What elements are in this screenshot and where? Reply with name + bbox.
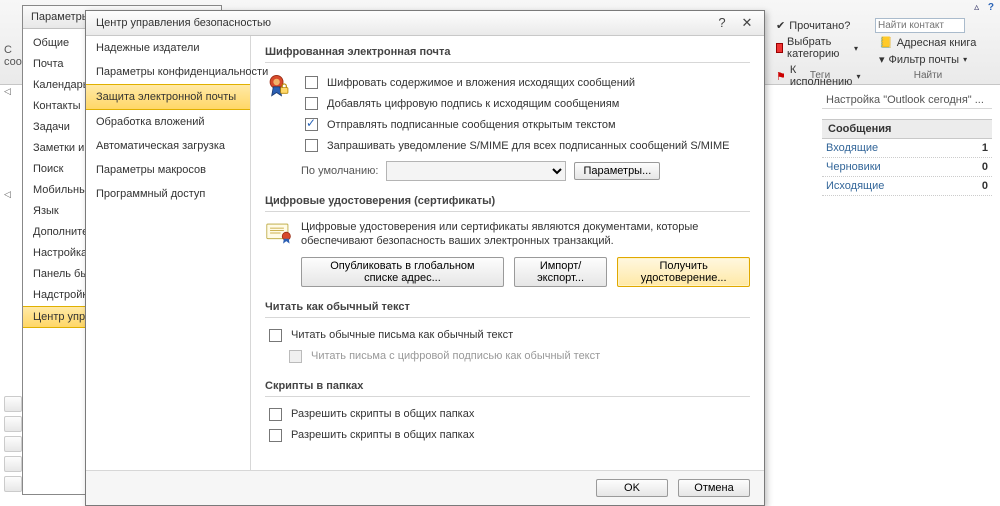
group-header: Шифрованная электронная почта bbox=[265, 46, 750, 63]
dialog-title: Центр управления безопасностью bbox=[96, 17, 271, 29]
security-nav-item[interactable]: Параметры конфиденциальности bbox=[86, 60, 250, 84]
security-nav-item[interactable]: Надежные издатели bbox=[86, 36, 250, 60]
dialog-footer: OK Отмена bbox=[86, 470, 764, 505]
group-read-plaintext: Читать как обычный текст Читать обычные … bbox=[265, 301, 750, 366]
certificate-icon bbox=[266, 222, 292, 244]
chk-send-plaintext[interactable]: Отправлять подписанные сообщения открыты… bbox=[301, 115, 750, 134]
cert-description: Цифровые удостоверения или сертификаты я… bbox=[301, 220, 750, 249]
ribbon-group-tags: Теги bbox=[790, 70, 850, 81]
collapse-arrow-icon[interactable]: ◁ bbox=[4, 86, 11, 97]
default-setting-select[interactable] bbox=[386, 161, 566, 181]
chk-read-signed-plain: Читать письма с цифровой подписью как об… bbox=[285, 347, 750, 366]
dialog-titlebar: Центр управления безопасностью ? ✕ bbox=[86, 11, 764, 36]
today-row[interactable]: Входящие1 bbox=[822, 139, 992, 158]
security-content: Шифрованная электронная почта Шифровать … bbox=[251, 36, 764, 470]
group-certificates: Цифровые удостоверения (сертификаты) bbox=[265, 195, 750, 287]
publish-gal-button[interactable]: Опубликовать в глобальном списке адрес..… bbox=[301, 257, 504, 287]
security-nav-item[interactable]: Параметры макросов bbox=[86, 158, 250, 182]
outlook-today-panel: Настройка "Outlook сегодня" ... Сообщени… bbox=[822, 92, 992, 196]
help-icon[interactable]: ? bbox=[988, 2, 994, 13]
security-nav: Надежные издателиПараметры конфиденциаль… bbox=[86, 36, 251, 470]
mail-nav-icon[interactable] bbox=[4, 396, 22, 412]
ok-button[interactable]: OK bbox=[596, 479, 668, 497]
security-nav-item[interactable]: Обработка вложений bbox=[86, 110, 250, 134]
ribbon-addressbook-button[interactable]: 📒Адресная книга bbox=[875, 35, 995, 50]
group-folder-scripts: Скрипты в папках Разрешить скрипты в общ… bbox=[265, 380, 750, 445]
collapse-arrow-icon[interactable]: ◁ bbox=[4, 189, 11, 200]
security-center-dialog: Центр управления безопасностью ? ✕ Надеж… bbox=[85, 10, 765, 506]
today-row[interactable]: Черновики0 bbox=[822, 158, 992, 177]
group-header: Читать как обычный текст bbox=[265, 301, 750, 318]
group-header: Скрипты в папках bbox=[265, 380, 750, 397]
chk-smime-receipt[interactable]: Запрашивать уведомление S/MIME для всех … bbox=[301, 136, 750, 155]
security-nav-item[interactable]: Автоматическая загрузка bbox=[86, 134, 250, 158]
outlook-today-title[interactable]: Настройка "Outlook сегодня" ... bbox=[822, 92, 992, 109]
chk-sign[interactable]: Добавлять цифровую подпись к исходящим с… bbox=[301, 94, 750, 113]
chk-read-plain[interactable]: Читать обычные письма как обычный текст bbox=[265, 326, 750, 345]
help-button[interactable]: ? bbox=[711, 15, 733, 30]
security-nav-item[interactable]: Программный доступ bbox=[86, 182, 250, 206]
more-nav-icon[interactable] bbox=[4, 476, 22, 492]
ribbon-min-icon[interactable]: ▵ bbox=[974, 2, 979, 13]
get-certificate-button[interactable]: Получить удостоверение... bbox=[617, 257, 750, 287]
cancel-button[interactable]: Отмена bbox=[678, 479, 750, 497]
params-button[interactable]: Параметры... bbox=[574, 162, 660, 180]
tasks-nav-icon[interactable] bbox=[4, 456, 22, 472]
group-header: Цифровые удостоверения (сертификаты) bbox=[265, 195, 750, 212]
chk-allow-scripts-2[interactable]: Разрешить скрипты в общих папках bbox=[265, 426, 750, 445]
ribbon-filter-button[interactable]: ▾Фильтр почты▾ bbox=[875, 52, 995, 67]
import-export-button[interactable]: Импорт/экспорт... bbox=[514, 257, 607, 287]
chk-allow-scripts-1[interactable]: Разрешить скрипты в общих папках bbox=[265, 405, 750, 424]
contacts-nav-icon[interactable] bbox=[4, 436, 22, 452]
default-label: По умолчанию: bbox=[301, 165, 378, 177]
left-fragment: С соо bbox=[4, 44, 22, 68]
today-section-header: Сообщения bbox=[822, 119, 992, 139]
find-contact-input[interactable] bbox=[875, 18, 965, 33]
ribbon-group-find: Найти bbox=[903, 70, 953, 81]
navpane-buttons bbox=[4, 396, 22, 492]
ribbon-read-button[interactable]: ✔Прочитано? bbox=[772, 18, 862, 33]
ribbon-badge-icon bbox=[266, 73, 292, 99]
ribbon-category-button[interactable]: Выбрать категорию▾ bbox=[772, 35, 862, 61]
security-nav-item[interactable]: Защита электронной почты bbox=[86, 84, 250, 110]
chk-encrypt[interactable]: Шифровать содержимое и вложения исходящи… bbox=[301, 73, 750, 92]
group-encrypted-mail: Шифрованная электронная почта Шифровать … bbox=[265, 46, 750, 181]
today-row[interactable]: Исходящие0 bbox=[822, 177, 992, 196]
window-controls: ▵ ? bbox=[968, 2, 994, 13]
calendar-nav-icon[interactable] bbox=[4, 416, 22, 432]
close-button[interactable]: ✕ bbox=[736, 15, 758, 31]
